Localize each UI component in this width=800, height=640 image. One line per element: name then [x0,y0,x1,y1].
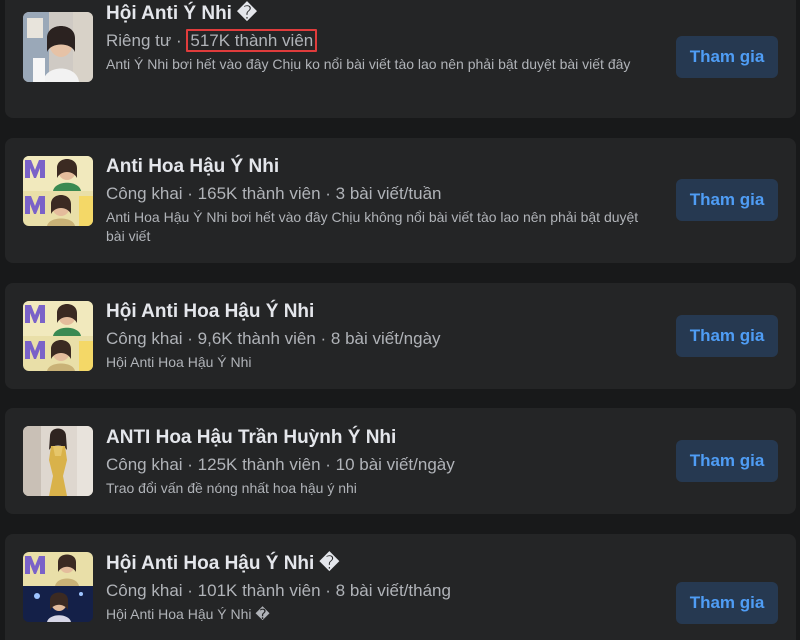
group-meta: Công khai · 165K thành viên · 3 bài viết… [106,184,442,203]
group-title[interactable]: Anti Hoa Hậu Ý Nhi [106,155,656,179]
group-cover-image[interactable] [23,552,93,622]
group-cover-image[interactable] [23,426,93,496]
group-cover-image[interactable] [23,156,93,226]
group-description: Hội Anti Hoa Hậu Ý Nhi [106,354,252,370]
group-result-card[interactable]: ANTI Hoa Hậu Trần Huỳnh Ý Nhi Công khai … [5,408,796,514]
group-description: Anti Ý Nhi bơi hết vào đây Chịu ko nổi b… [106,56,631,72]
group-result-card[interactable]: Hội Anti Hoa Hậu Ý Nhi � Công khai · 101… [5,534,796,640]
group-description: Anti Hoa Hậu Ý Nhi bơi hết vào đây Chịu … [106,209,639,244]
group-title[interactable]: Hội Anti Hoa Hậu Ý Nhi � [106,552,656,576]
group-privacy: Riêng tư · [106,31,187,50]
group-search-results: Hội Anti Ý Nhi � Riêng tư · 517K thành v… [0,0,800,640]
join-button[interactable]: Tham gia [676,179,778,221]
group-meta: Công khai · 101K thành viên · 8 bài viết… [106,581,451,600]
group-title[interactable]: Hội Anti Hoa Hậu Ý Nhi [106,300,656,324]
group-meta: Riêng tư · 517K thành viên [106,29,656,52]
group-cover-image[interactable] [23,12,93,82]
join-button[interactable]: Tham gia [676,315,778,357]
group-cover-image[interactable] [23,301,93,371]
group-meta: Công khai · 125K thành viên · 10 bài viế… [106,455,455,474]
group-description: Hội Anti Hoa Hậu Ý Nhi � [106,606,270,622]
group-title[interactable]: Hội Anti Ý Nhi � [106,2,656,26]
join-button[interactable]: Tham gia [676,440,778,482]
join-button[interactable]: Tham gia [676,36,778,78]
join-button[interactable]: Tham gia [676,582,778,624]
group-title[interactable]: ANTI Hoa Hậu Trần Huỳnh Ý Nhi [106,426,656,450]
group-result-card[interactable]: Hội Anti Hoa Hậu Ý Nhi Công khai · 9,6K … [5,283,796,389]
group-meta: Công khai · 9,6K thành viên · 8 bài viết… [106,329,441,348]
group-result-card[interactable]: Anti Hoa Hậu Ý Nhi Công khai · 165K thàn… [5,138,796,263]
group-result-card[interactable]: Hội Anti Ý Nhi � Riêng tư · 517K thành v… [5,0,796,118]
group-description: Trao đổi vấn đề nóng nhất hoa hậu ý nhi [106,480,357,496]
member-count-highlight: 517K thành viên [186,29,318,52]
